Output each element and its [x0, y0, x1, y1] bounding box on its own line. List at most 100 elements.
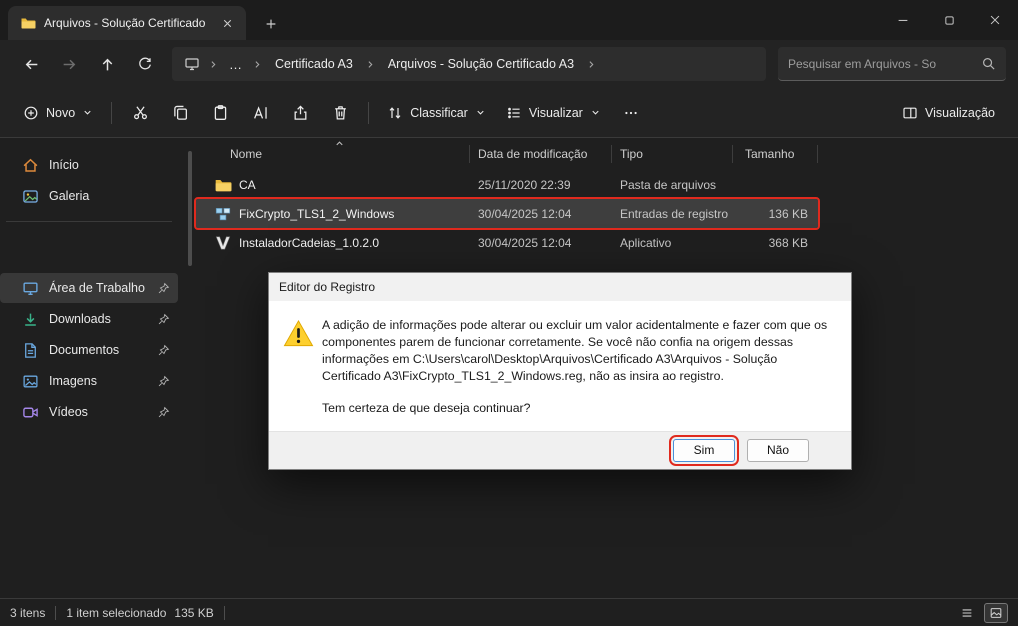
file-size: 136 KB — [733, 207, 818, 221]
delete-button[interactable] — [321, 96, 359, 130]
up-button[interactable] — [88, 46, 126, 82]
search-icon[interactable] — [981, 56, 996, 71]
pictures-icon — [22, 373, 39, 390]
chevron-right-icon[interactable] — [363, 58, 378, 71]
no-button[interactable]: Não — [747, 439, 809, 462]
cut-button[interactable] — [121, 96, 159, 130]
column-header-modified[interactable]: Data de modificação — [470, 145, 612, 163]
details-view-button[interactable] — [955, 603, 979, 623]
view-button-label: Visualizar — [529, 106, 583, 120]
sidebar-item-inicio[interactable]: Início — [0, 150, 178, 180]
selection-size: 135 KB — [174, 606, 213, 620]
yes-button[interactable]: Sim — [673, 439, 735, 462]
chevron-down-icon — [82, 107, 93, 118]
item-count: 3 itens — [10, 606, 45, 620]
new-button[interactable]: Novo — [14, 96, 102, 130]
column-header-size[interactable]: Tamanho — [733, 145, 818, 163]
pin-icon — [157, 406, 170, 419]
folder-icon — [20, 15, 36, 31]
file-rows: CA 25/11/2020 22:39 Pasta de arquivos Fi… — [196, 170, 818, 257]
file-explorer-window: Arquivos - Solução Certificado — [0, 0, 1018, 626]
minimize-button[interactable] — [880, 0, 926, 40]
back-button[interactable] — [12, 46, 50, 82]
scissors-icon — [132, 104, 149, 121]
file-row-instaladorcadeias[interactable]: InstaladorCadeias_1.0.2.0 30/04/2025 12:… — [196, 228, 818, 257]
sidebar-item-label: Galeria — [49, 189, 89, 203]
view-toggles — [955, 603, 1008, 623]
explorer-tab[interactable]: Arquivos - Solução Certificado — [8, 6, 246, 40]
dialog-body: A adição de informações pode alterar ou … — [269, 301, 851, 431]
column-headers: Nome Data de modificação Tipo Tamanho — [196, 141, 818, 167]
share-button[interactable] — [281, 96, 319, 130]
tab-title: Arquivos - Solução Certificado — [44, 16, 208, 30]
sort-ascending-icon — [334, 138, 345, 149]
copy-button[interactable] — [161, 96, 199, 130]
sidebar-item-label: Documentos — [49, 343, 119, 357]
sort-button[interactable]: Classificar — [378, 96, 495, 130]
chevron-right-icon[interactable] — [206, 58, 221, 71]
file-type: Pasta de arquivos — [612, 178, 733, 192]
registry-editor-dialog: Editor do Registro A adição de informaçõ… — [268, 272, 852, 470]
column-header-type[interactable]: Tipo — [612, 145, 733, 163]
sidebar-item-documentos[interactable]: Documentos — [0, 335, 178, 365]
file-name: FixCrypto_TLS1_2_Windows — [239, 207, 394, 221]
dialog-titlebar[interactable]: Editor do Registro — [269, 273, 851, 301]
scrollbar-thumb[interactable] — [188, 151, 192, 266]
sidebar-item-downloads[interactable]: Downloads — [0, 304, 178, 334]
video-icon — [22, 404, 39, 421]
new-tab-button[interactable] — [258, 12, 284, 36]
file-row-ca[interactable]: CA 25/11/2020 22:39 Pasta de arquivos — [196, 170, 818, 199]
forward-button[interactable] — [50, 46, 88, 82]
dialog-title: Editor do Registro — [279, 280, 375, 294]
breadcrumb-segment-current[interactable]: Arquivos - Solução Certificado A3 — [380, 53, 582, 75]
navigation-sidebar: Início Galeria Área de Trabalho — [0, 139, 186, 598]
pin-icon — [157, 282, 170, 295]
tab-close-button[interactable] — [216, 12, 238, 34]
chevron-down-icon — [590, 107, 601, 118]
sidebar-gap — [0, 232, 186, 272]
sidebar-scrollbar[interactable] — [186, 139, 194, 598]
file-row-fixcrypto[interactable]: FixCrypto_TLS1_2_Windows 30/04/2025 12:0… — [196, 199, 818, 228]
chevron-down-icon — [475, 107, 486, 118]
breadcrumb: … Certificado A3 Arquivos - Solução Cert… — [172, 47, 766, 81]
sidebar-item-area-de-trabalho[interactable]: Área de Trabalho — [0, 273, 178, 303]
file-modified: 30/04/2025 12:04 — [470, 207, 612, 221]
sidebar-item-label: Início — [49, 158, 79, 172]
gallery-icon — [22, 188, 39, 205]
pin-icon — [157, 313, 170, 326]
chevron-right-icon[interactable] — [250, 58, 265, 71]
sidebar-item-videos[interactable]: Vídeos — [0, 397, 178, 427]
trash-icon — [332, 104, 349, 121]
sidebar-item-label: Imagens — [49, 374, 97, 388]
refresh-button[interactable] — [126, 46, 164, 82]
application-icon — [214, 234, 232, 252]
file-type: Aplicativo — [612, 236, 733, 250]
chevron-right-icon[interactable] — [584, 58, 599, 71]
preview-pane-button[interactable]: Visualização — [893, 96, 1004, 130]
paste-button[interactable] — [201, 96, 239, 130]
more-options-button[interactable] — [612, 96, 650, 130]
sidebar-item-imagens[interactable]: Imagens — [0, 366, 178, 396]
pin-icon — [157, 344, 170, 357]
large-icons-view-button[interactable] — [984, 603, 1008, 623]
dialog-message: A adição de informações pode alterar ou … — [322, 317, 831, 385]
breadcrumb-overflow[interactable]: … — [223, 57, 248, 72]
navigation-bar: … Certificado A3 Arquivos - Solução Cert… — [0, 40, 1018, 88]
list-view-icon — [506, 105, 522, 121]
toolbar-divider — [111, 102, 112, 124]
breadcrumb-segment-parent[interactable]: Certificado A3 — [267, 53, 361, 75]
close-button[interactable] — [972, 0, 1018, 40]
sidebar-item-galeria[interactable]: Galeria — [0, 181, 178, 211]
view-button[interactable]: Visualizar — [497, 96, 610, 130]
rename-button[interactable] — [241, 96, 279, 130]
maximize-button[interactable] — [926, 0, 972, 40]
search-input[interactable] — [788, 57, 973, 71]
pin-icon — [157, 375, 170, 388]
column-header-name[interactable]: Nome — [196, 145, 470, 163]
this-pc-icon[interactable] — [180, 56, 204, 72]
plus-circle-icon — [23, 105, 39, 121]
titlebar: Arquivos - Solução Certificado — [0, 0, 1018, 40]
folder-icon — [214, 176, 232, 194]
status-divider — [55, 606, 56, 620]
selection-count: 1 item selecionado — [66, 606, 166, 620]
